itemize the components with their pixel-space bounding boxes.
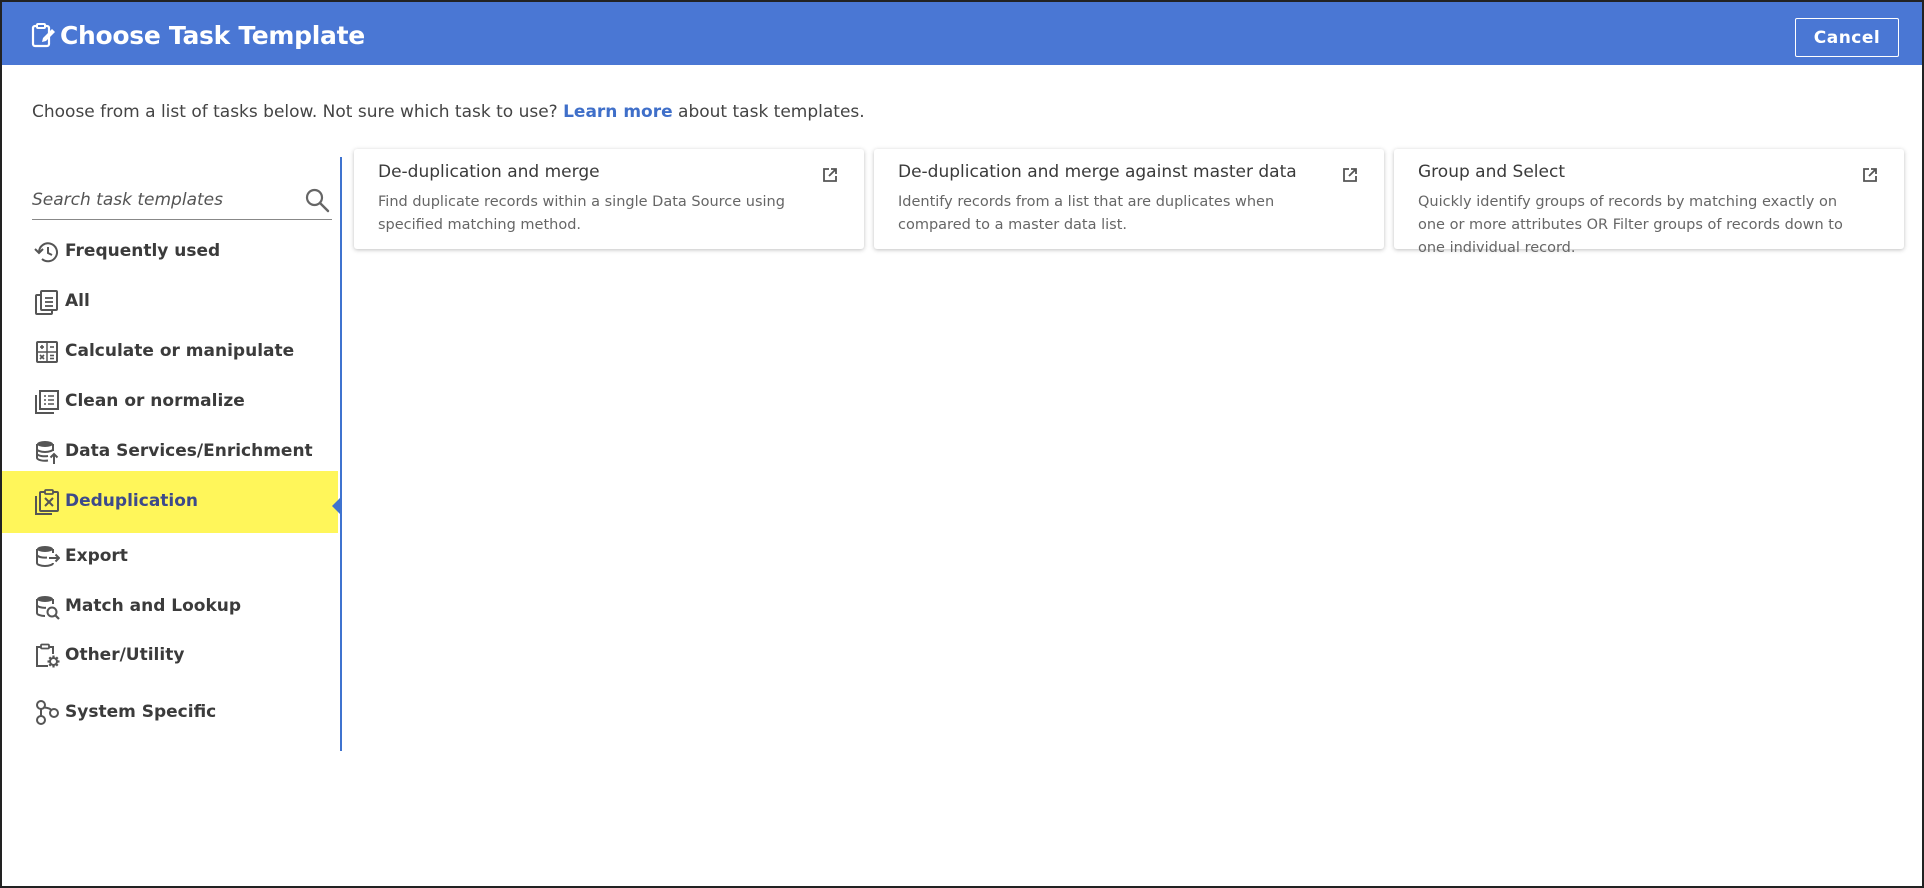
nodes-icon: [36, 700, 59, 725]
sidebar-item-match-lookup[interactable]: Match and Lookup: [2, 582, 338, 632]
card-title: De-duplication and merge against master …: [898, 162, 1297, 182]
dialog-title: Choose Task Template: [60, 21, 365, 50]
database-upload-icon: [36, 441, 59, 464]
history-icon: [34, 242, 58, 263]
intro-suffix: about task templates.: [672, 102, 865, 122]
database-export-icon: [36, 546, 60, 567]
sidebar-divider: [340, 157, 342, 751]
sidebar-item-label: Export: [65, 546, 128, 566]
sidebar-item-label: Other/Utility: [65, 645, 185, 665]
sidebar-item-label: Data Services/Enrichment: [65, 441, 313, 461]
card-description: Find duplicate records within a single D…: [378, 194, 785, 233]
sidebar-item-other-utility[interactable]: Other/Utility: [2, 631, 338, 681]
open-external-icon[interactable]: [1861, 166, 1879, 184]
template-card-dedup-merge[interactable]: De-duplication and merge Find duplicate …: [354, 149, 864, 249]
card-description: Quickly identify groups of records by ma…: [1418, 194, 1843, 256]
dialog-frame: Choose Task Template Cancel Choose from …: [0, 0, 1924, 888]
open-external-icon[interactable]: [1341, 166, 1359, 184]
sidebar-item-system-specific[interactable]: System Specific: [2, 688, 338, 738]
dialog-header: Choose Task Template Cancel: [2, 2, 1922, 65]
sidebar-item-frequently-used[interactable]: Frequently used: [2, 227, 338, 277]
calculator-icon: [36, 341, 58, 363]
sidebar-item-export[interactable]: Export: [2, 532, 338, 582]
sidebar-item-calculate[interactable]: Calculate or manipulate: [2, 327, 338, 377]
sidebar-item-clean[interactable]: Clean or normalize: [2, 377, 338, 427]
clipboard-x-icon: [35, 489, 59, 515]
sidebar-item-deduplication[interactable]: Deduplication: [2, 471, 338, 533]
cancel-button[interactable]: Cancel: [1795, 18, 1899, 57]
sidebar-item-label: Clean or normalize: [65, 391, 245, 411]
sidebar-item-label: Calculate or manipulate: [65, 341, 295, 361]
clipboard-list-icon: [35, 290, 58, 315]
database-search-icon: [36, 596, 60, 620]
clipboard-gear-icon: [36, 643, 60, 668]
template-card-dedup-master[interactable]: De-duplication and merge against master …: [874, 149, 1384, 249]
search-box: [32, 182, 332, 220]
sidebar-item-label: All: [65, 291, 90, 311]
open-external-icon[interactable]: [821, 166, 839, 184]
grid-stack-icon: [35, 390, 59, 414]
sidebar-item-data-services[interactable]: Data Services/Enrichment: [2, 427, 338, 477]
learn-more-link[interactable]: Learn more: [563, 102, 673, 122]
card-title: De-duplication and merge: [378, 162, 600, 182]
sidebar-item-label: Match and Lookup: [65, 596, 242, 616]
sidebar-item-label: Frequently used: [65, 241, 221, 261]
intro-text: Choose from a list of tasks below. Not s…: [32, 102, 865, 122]
search-input[interactable]: [32, 184, 292, 216]
card-title: Group and Select: [1418, 162, 1565, 182]
sidebar-item-label: Deduplication: [65, 491, 199, 511]
sidebar-item-all[interactable]: All: [2, 277, 338, 327]
template-card-group-select[interactable]: Group and Select Quickly identify groups…: [1394, 149, 1904, 256]
card-description: Identify records from a list that are du…: [898, 194, 1275, 233]
intro-prefix: Choose from a list of tasks below. Not s…: [32, 102, 564, 122]
sidebar-item-label: System Specific: [65, 702, 217, 722]
active-indicator: [332, 496, 342, 516]
clipboard-edit-icon: [31, 23, 55, 48]
search-icon[interactable]: [304, 187, 330, 213]
